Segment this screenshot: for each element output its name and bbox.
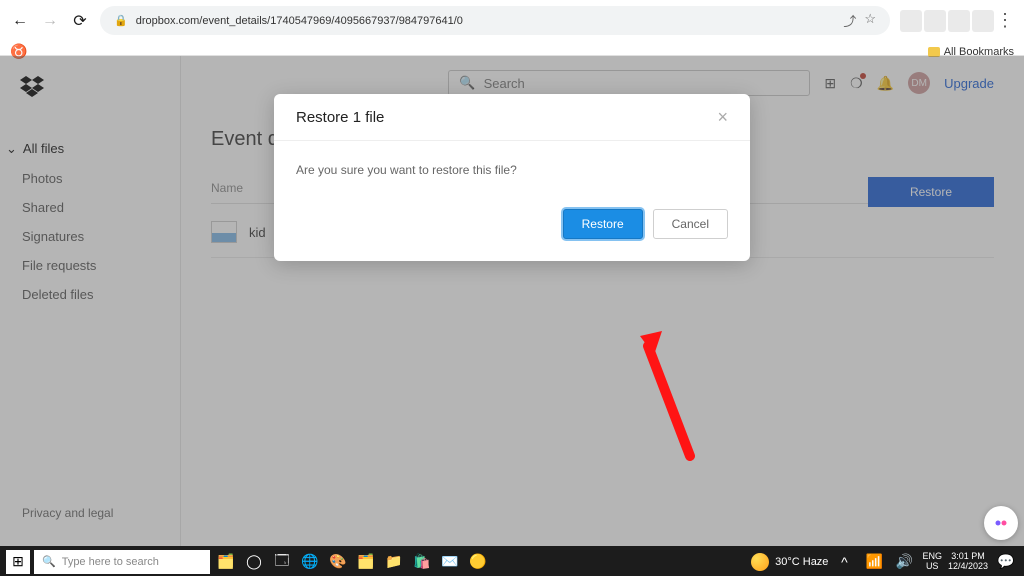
weather-text: 30°C Haze	[775, 556, 828, 568]
extension-4[interactable]	[972, 10, 994, 32]
address-bar[interactable]: 🔒 dropbox.com/event_details/1740547969/4…	[100, 6, 890, 35]
app-content: All files Photos Shared Signatures File …	[0, 56, 1024, 546]
volume-icon[interactable]: 🔊	[892, 550, 916, 574]
modal-header: Restore 1 file ×	[274, 94, 750, 141]
back-button[interactable]: ←	[10, 11, 30, 31]
modal-title: Restore 1 file	[296, 109, 384, 126]
extension-1[interactable]	[900, 10, 922, 32]
explorer-icon[interactable]: 🗔	[270, 550, 294, 574]
store-icon[interactable]: 🛍️	[410, 550, 434, 574]
folder-icon[interactable]: 📁	[382, 550, 406, 574]
modal-cancel-button[interactable]: Cancel	[653, 209, 728, 239]
url-text: dropbox.com/event_details/1740547969/409…	[136, 15, 463, 27]
close-icon[interactable]: ×	[717, 108, 728, 126]
modal-message: Are you sure you want to restore this fi…	[274, 141, 750, 199]
reload-button[interactable]: ⟳	[70, 11, 90, 31]
start-button[interactable]: ⊞	[6, 550, 30, 574]
modal-footer: Restore Cancel	[274, 199, 750, 261]
lock-icon: 🔒	[114, 14, 128, 27]
extension-2[interactable]	[924, 10, 946, 32]
wifi-icon[interactable]: 📶	[862, 550, 886, 574]
taskbar-search-placeholder: Type here to search	[62, 556, 159, 568]
mail-icon[interactable]: ✉️	[438, 550, 462, 574]
clock[interactable]: 3:01 PM 12/4/2023	[948, 552, 988, 572]
address-row: ← → ⟳ 🔒 dropbox.com/event_details/174054…	[0, 0, 1024, 41]
task-view-icon[interactable]: 🗂️	[214, 550, 238, 574]
restore-modal: Restore 1 file × Are you sure you want t…	[274, 94, 750, 261]
taskbar-search[interactable]: 🔍 Type here to search	[34, 550, 210, 574]
browser-chrome: ← → ⟳ 🔒 dropbox.com/event_details/174054…	[0, 0, 1024, 56]
weather-widget[interactable]: 30°C Haze	[751, 553, 828, 571]
share-icon[interactable]: ⤴	[843, 11, 856, 30]
forward-button[interactable]: →	[40, 11, 60, 31]
app-icon-2[interactable]: 🗂️	[354, 550, 378, 574]
browser-menu-icon[interactable]: ⋮	[996, 10, 1014, 31]
language-indicator[interactable]: ENG US	[922, 552, 942, 572]
chrome-icon[interactable]: 🟡	[466, 550, 490, 574]
systray: ^ 📶 🔊 ENG US 3:01 PM 12/4/2023 💬	[832, 550, 1018, 574]
modal-overlay: Restore 1 file × Are you sure you want t…	[0, 56, 1024, 546]
cortana-icon[interactable]: ◯	[242, 550, 266, 574]
windows-taskbar: ⊞ 🔍 Type here to search 🗂️ ◯ 🗔 🌐 🎨 🗂️ 📁 …	[0, 546, 1024, 576]
app-icon-1[interactable]: 🎨	[326, 550, 350, 574]
notification-center-icon[interactable]: 💬	[994, 550, 1018, 574]
search-icon: 🔍	[42, 555, 56, 568]
help-fab[interactable]	[984, 506, 1018, 540]
extension-3[interactable]	[948, 10, 970, 32]
sun-icon	[751, 553, 769, 571]
modal-restore-button[interactable]: Restore	[563, 209, 643, 239]
tray-chevron-icon[interactable]: ^	[832, 550, 856, 574]
extensions-area: ⋮	[900, 10, 1014, 32]
edge-icon[interactable]: 🌐	[298, 550, 322, 574]
favorite-icon[interactable]: ☆	[864, 11, 876, 30]
annotation-arrow-icon	[640, 331, 700, 461]
folder-icon	[928, 47, 940, 57]
